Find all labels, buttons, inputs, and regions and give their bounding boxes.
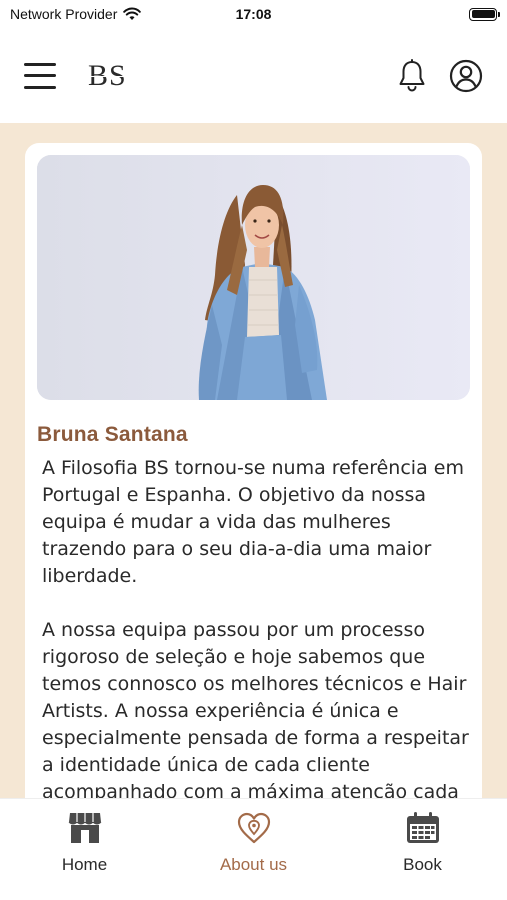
bio-paragraph: A Filosofia BS tornou-se numa referência… (42, 457, 464, 587)
app-header: BS (0, 28, 507, 123)
nav-label-book: Book (403, 855, 442, 874)
carrier-label: Network Provider (10, 6, 118, 22)
status-right (469, 7, 500, 21)
brand-logo[interactable]: BS (88, 60, 127, 91)
bio-text: A Filosofia BS tornou-se numa referência… (37, 455, 470, 798)
status-left: Network Provider (10, 6, 142, 22)
user-profile-icon[interactable] (449, 59, 483, 93)
notifications-bell-icon[interactable] (395, 58, 429, 93)
wifi-icon (123, 7, 142, 20)
battery-icon (469, 7, 500, 21)
nav-item-book[interactable]: Book (338, 799, 507, 900)
about-card: Bruna Santana A Filosofia BS tornou-se n… (25, 143, 482, 798)
hamburger-menu-icon[interactable] (24, 61, 56, 91)
nav-label-about-us: About us (219, 855, 288, 874)
heart-location-icon (236, 811, 272, 845)
person-name: Bruna Santana (37, 423, 188, 446)
bottom-navigation: Home About us Book (0, 798, 507, 900)
battery-level (471, 10, 495, 18)
main-content[interactable]: Bruna Santana A Filosofia BS tornou-se n… (0, 123, 507, 798)
nav-item-about-us[interactable]: About us (169, 799, 338, 900)
store-icon (67, 811, 103, 845)
nav-item-home[interactable]: Home (0, 799, 169, 900)
calendar-icon (405, 811, 441, 845)
header-actions (395, 58, 483, 93)
nav-label-home: Home (61, 855, 108, 874)
profile-photo (37, 155, 470, 400)
status-bar: Network Provider 17:08 (0, 0, 507, 28)
woman-portrait-illustration (37, 155, 470, 400)
bio-paragraph: A nossa equipa passou por um processo ri… (42, 619, 469, 798)
